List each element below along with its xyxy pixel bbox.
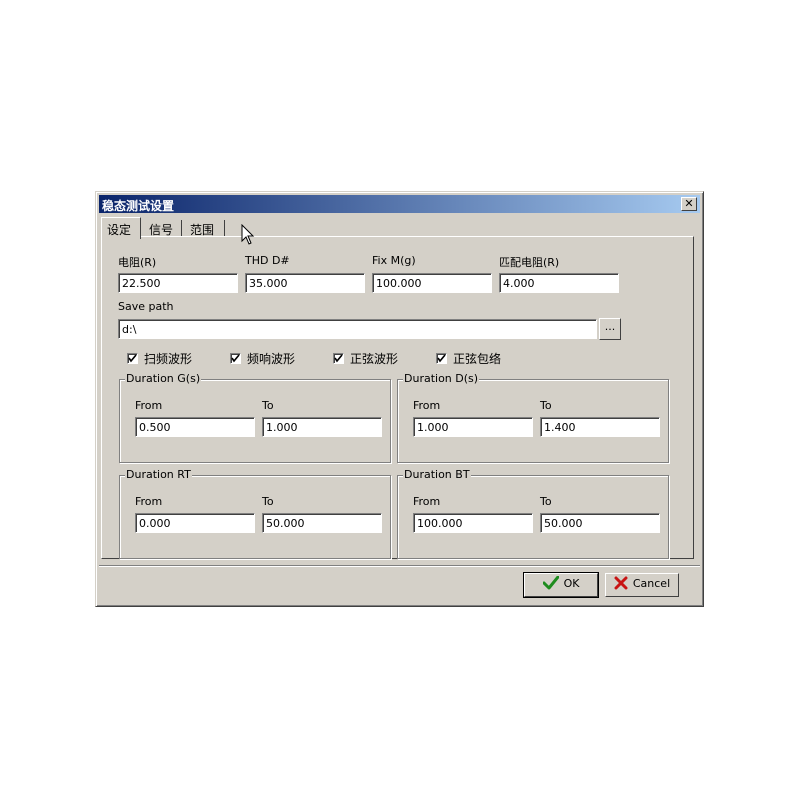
checkbox-box[interactable] bbox=[230, 353, 241, 364]
match-resistance-input[interactable]: 4.000 bbox=[499, 273, 619, 293]
duration-rt-from-label: From bbox=[135, 495, 163, 508]
duration-d-to-input[interactable]: 1.400 bbox=[540, 417, 660, 437]
duration-rt-from-input[interactable]: 0.000 bbox=[135, 513, 255, 533]
sine-envelope-checkbox[interactable]: 正弦包络 bbox=[436, 350, 501, 367]
footer-separator bbox=[99, 565, 700, 567]
duration-rt-group: Duration RT From To 0.000 50.000 bbox=[119, 468, 391, 559]
settings-dialog: 稳态测试设置 ✕ 设定 信号 范围 电阻(R) THD D# Fix M(g) … bbox=[95, 191, 704, 607]
duration-rt-title: Duration RT bbox=[125, 468, 192, 481]
cancel-button[interactable]: Cancel bbox=[605, 573, 679, 597]
duration-bt-title: Duration BT bbox=[403, 468, 471, 481]
frequency-response-label: 频响波形 bbox=[247, 352, 296, 366]
sine-envelope-label: 正弦包络 bbox=[453, 352, 502, 366]
save-path-label: Save path bbox=[118, 300, 174, 313]
duration-bt-from-label: From bbox=[413, 495, 441, 508]
fix-label: Fix M(g) bbox=[372, 254, 416, 267]
duration-g-group: Duration G(s) From To 0.500 1.000 bbox=[119, 372, 391, 463]
thd-label: THD D# bbox=[245, 254, 290, 267]
cancel-button-label: Cancel bbox=[632, 577, 671, 590]
tab-settings-label: 设定 bbox=[107, 223, 132, 237]
match-resistance-label: 匹配电阻(R) bbox=[499, 256, 560, 269]
checkmark-icon bbox=[542, 575, 560, 590]
duration-g-to-input[interactable]: 1.000 bbox=[262, 417, 382, 437]
ok-button-label: OK bbox=[563, 577, 580, 590]
duration-g-from-label: From bbox=[135, 399, 163, 412]
thd-input[interactable]: 35.000 bbox=[245, 273, 365, 293]
close-icon: ✕ bbox=[684, 197, 694, 210]
tab-range-label: 范围 bbox=[190, 223, 215, 237]
duration-bt-group: Duration BT From To 100.000 50.000 bbox=[397, 468, 669, 559]
duration-d-from-label: From bbox=[413, 399, 441, 412]
duration-bt-from-input[interactable]: 100.000 bbox=[413, 513, 533, 533]
duration-g-to-label: To bbox=[262, 399, 274, 412]
duration-bt-to-label: To bbox=[540, 495, 552, 508]
sweep-waveform-label: 扫频波形 bbox=[144, 352, 193, 366]
resistance-input[interactable]: 22.500 bbox=[118, 273, 238, 293]
ok-button[interactable]: OK bbox=[523, 572, 599, 598]
duration-d-group: Duration D(s) From To 1.000 1.400 bbox=[397, 372, 669, 463]
checkbox-box[interactable] bbox=[333, 353, 344, 364]
duration-g-title: Duration G(s) bbox=[125, 372, 202, 385]
duration-g-from-input[interactable]: 0.500 bbox=[135, 417, 255, 437]
duration-bt-to-input[interactable]: 50.000 bbox=[540, 513, 660, 533]
settings-tab-panel: 电阻(R) THD D# Fix M(g) 匹配电阻(R) 22.500 35.… bbox=[101, 236, 694, 559]
tab-signal-label: 信号 bbox=[149, 223, 174, 237]
tab-settings[interactable]: 设定 bbox=[101, 217, 141, 239]
dialog-title: 稳态测试设置 bbox=[102, 199, 175, 213]
frequency-response-checkbox[interactable]: 频响波形 bbox=[230, 350, 295, 367]
checkbox-box[interactable] bbox=[436, 353, 447, 364]
duration-d-to-label: To bbox=[540, 399, 552, 412]
close-button[interactable]: ✕ bbox=[681, 197, 697, 211]
cancel-x-icon bbox=[614, 576, 628, 590]
save-path-input[interactable]: d:\ bbox=[118, 319, 597, 339]
duration-rt-to-label: To bbox=[262, 495, 274, 508]
title-bar[interactable]: 稳态测试设置 ✕ bbox=[99, 195, 700, 213]
resistance-label: 电阻(R) bbox=[118, 256, 157, 269]
fix-input[interactable]: 100.000 bbox=[372, 273, 492, 293]
sweep-waveform-checkbox[interactable]: 扫频波形 bbox=[127, 350, 192, 367]
duration-rt-to-input[interactable]: 50.000 bbox=[262, 513, 382, 533]
mouse-pointer-icon bbox=[241, 224, 255, 245]
tab-range[interactable]: 范围 bbox=[185, 220, 225, 237]
duration-d-title: Duration D(s) bbox=[403, 372, 480, 385]
sine-waveform-checkbox[interactable]: 正弦波形 bbox=[333, 350, 398, 367]
browse-button[interactable]: ... bbox=[599, 318, 621, 340]
tab-signal[interactable]: 信号 bbox=[144, 220, 182, 237]
sine-waveform-label: 正弦波形 bbox=[350, 352, 399, 366]
duration-d-from-input[interactable]: 1.000 bbox=[413, 417, 533, 437]
checkbox-box[interactable] bbox=[127, 353, 138, 364]
